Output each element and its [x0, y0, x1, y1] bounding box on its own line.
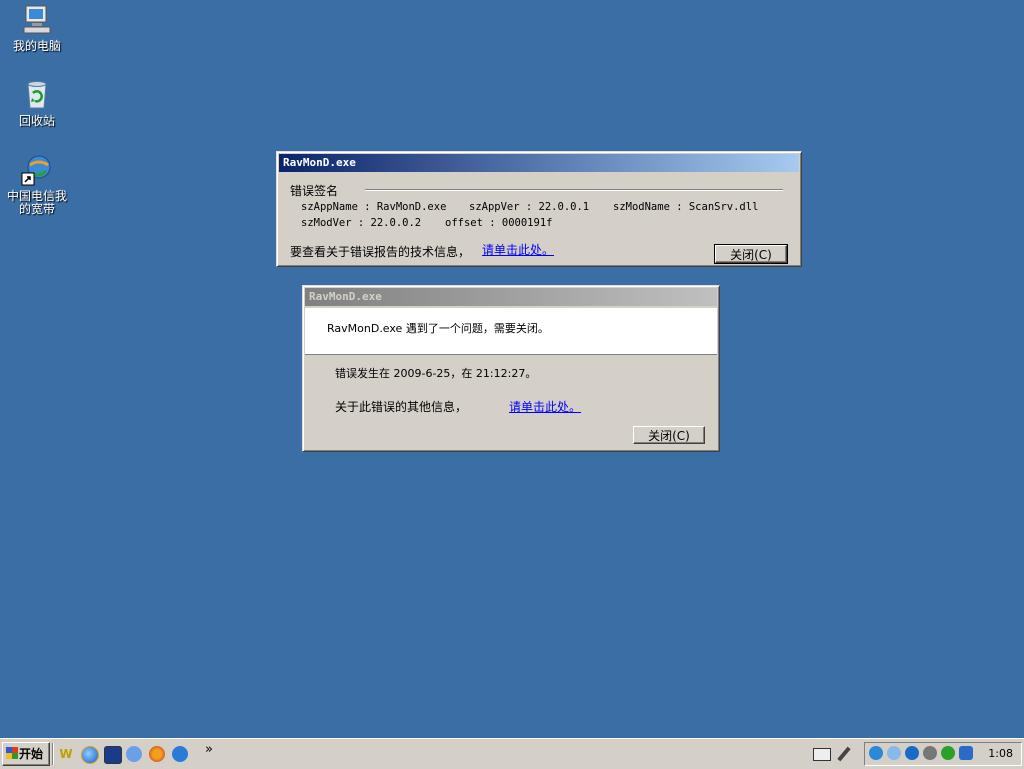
volume-icon[interactable]	[887, 746, 901, 760]
quick-launch-divider	[52, 743, 54, 765]
umbrella-icon[interactable]	[941, 746, 955, 760]
tech-info-link[interactable]: 请单击此处。	[482, 241, 554, 258]
message-panel: RavMonD.exe 遇到了一个问题，需要关闭。	[305, 308, 717, 355]
broadband-connection-icon	[20, 153, 54, 187]
dialog-title: RavMonD.exe	[305, 288, 717, 306]
start-label: 开始	[19, 747, 44, 761]
more-info-link[interactable]: 请单击此处。	[509, 398, 581, 415]
desktop-icon-label-line2: 的宽带	[18, 202, 55, 216]
tech-info-text: 要查看关于错误报告的技术信息，	[290, 245, 471, 259]
media-player-icon[interactable]	[126, 746, 142, 762]
start-button[interactable]: 开始	[2, 742, 50, 766]
chevron-right-icon[interactable]: »	[205, 742, 213, 757]
qq-icon[interactable]	[172, 746, 188, 762]
desktop-icon-my-computer[interactable]: 我的电脑	[2, 3, 72, 53]
offset: offset : 0000191f	[445, 217, 553, 229]
more-info-text: 关于此错误的其他信息，	[335, 400, 468, 414]
show-desktop-icon[interactable]	[104, 746, 122, 764]
desktop-icon-label: 回收站	[18, 114, 55, 128]
pen-icon[interactable]	[837, 746, 851, 762]
monitor-icon[interactable]	[923, 746, 937, 760]
error-signature-dialog: RavMonD.exe 错误签名 szAppName : RavMonD.exe…	[276, 151, 802, 267]
desktop-icon-recycle-bin[interactable]: 回收站	[2, 78, 72, 128]
app-error-dialog: RavMonD.exe RavMonD.exe 遇到了一个问题，需要关闭。 错误…	[302, 285, 720, 452]
taskbar: 开始 W » 1:08	[0, 738, 1024, 769]
module-version: szModVer : 22.0.0.2	[301, 217, 422, 229]
antivirus-icon[interactable]	[905, 746, 919, 760]
error-time-text: 错误发生在 2009-6-25，在 21:12:27。	[335, 367, 537, 380]
shield-icon[interactable]	[959, 746, 973, 760]
close-button[interactable]: 关闭(C)	[633, 426, 705, 444]
windows-logo-icon	[6, 747, 18, 759]
error-message: RavMonD.exe 遇到了一个问题，需要关闭。	[327, 322, 549, 335]
computer-icon	[20, 3, 54, 37]
internet-explorer-icon[interactable]	[81, 746, 99, 764]
module-name: szModName : ScanSrv.dll	[613, 201, 759, 213]
system-tray: 1:08	[864, 742, 1022, 766]
desktop-icon-label: 我的电脑	[12, 39, 61, 53]
clock[interactable]: 1:08	[988, 747, 1013, 760]
wps-icon[interactable]: W	[58, 746, 74, 762]
keyboard-icon[interactable]	[813, 748, 831, 761]
desktop-icon-broadband[interactable]: 中国电信我 的宽带	[2, 153, 72, 216]
app-name: szAppName : RavMonD.exe	[301, 201, 447, 213]
recycle-bin-icon	[20, 78, 54, 112]
app-version: szAppVer : 22.0.0.1	[469, 201, 590, 213]
section-divider	[365, 189, 783, 191]
firefox-icon[interactable]	[149, 746, 165, 762]
dialog-title: RavMonD.exe	[279, 154, 799, 172]
section-label: 错误签名	[290, 184, 339, 198]
network-icon[interactable]	[869, 746, 883, 760]
close-button[interactable]: 关闭(C)	[714, 244, 788, 264]
